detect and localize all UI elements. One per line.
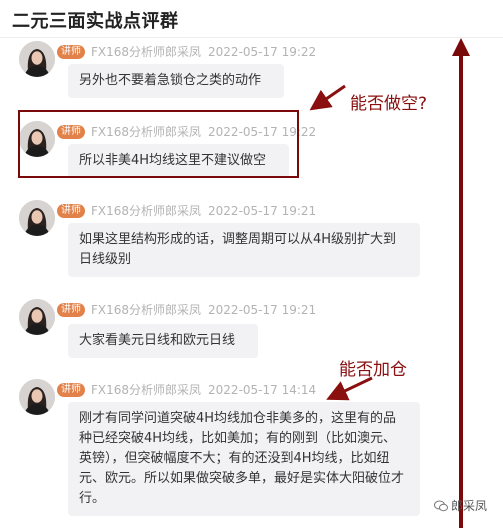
message-bubble[interactable]: 刚才有同学问道突破4H均线加仓非美多的，这里有的品种已经突破4H均线，比如美加；… [68,402,420,516]
annotation-short-question: 能否做空? [350,94,428,114]
avatar[interactable] [19,379,55,415]
message-time: 2022-05-17 14:14 [208,382,317,397]
message-bubble[interactable]: 大家看美元日线和欧元日线 [68,324,258,358]
wechat-icon [434,500,448,511]
group-title: 二元三面实战点评群 [12,11,179,32]
message-bubble[interactable]: 如果这里结构形成的话，调整周期可以从4H级别扩大到日线级别 [68,223,420,277]
author-name[interactable]: FX168分析师郎采凤 [91,202,201,219]
avatar[interactable] [19,299,55,335]
message-time: 2022-05-17 19:21 [208,203,317,218]
author-name[interactable]: FX168分析师郎采凤 [91,43,201,60]
watermark-text: 郎采凤 [451,499,488,513]
message-meta: 讲师 FX168分析师郎采凤 2022-05-17 19:21 [57,299,317,318]
role-badge: 讲师 [57,382,85,397]
avatar-portrait-icon [19,41,55,77]
role-badge: 讲师 [57,203,85,218]
avatar-portrait-icon [19,299,55,335]
chat-header: 二元三面实战点评群 [0,0,503,38]
avatar-portrait-icon [19,200,55,236]
role-badge: 讲师 [57,44,85,59]
author-name[interactable]: FX168分析师郎采凤 [91,381,201,398]
message-bubble[interactable]: 另外也不要着急锁仓之类的动作 [68,64,284,98]
message-meta: 讲师 FX168分析师郎采凤 2022-05-17 19:21 [57,200,317,219]
watermark: 郎采凤 [434,497,487,515]
avatar-portrait-icon [19,379,55,415]
short-question-arrow-icon [309,84,346,111]
message-meta: 讲师 FX168分析师郎采凤 2022-05-17 14:14 [57,379,317,398]
annotation-add-question: 能否加仓 [339,360,407,380]
message-time: 2022-05-17 19:21 [208,302,317,317]
scroll-up-arrowhead-icon [452,38,470,56]
avatar[interactable] [19,200,55,236]
message-time: 2022-05-17 19:22 [208,44,317,59]
message-meta: 讲师 FX168分析师郎采凤 2022-05-17 19:22 [57,41,317,60]
add-question-arrow-icon [326,376,373,401]
avatar[interactable] [19,41,55,77]
role-badge: 讲师 [57,302,85,317]
author-name[interactable]: FX168分析师郎采凤 [91,301,201,318]
highlight-box [18,110,299,178]
